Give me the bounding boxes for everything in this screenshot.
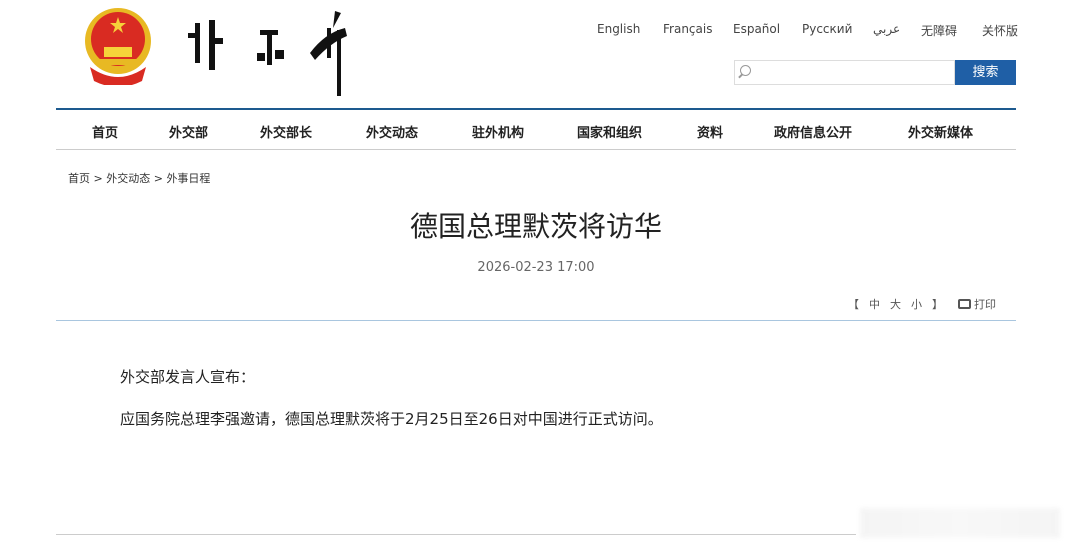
accessibility-link[interactable]: 无障碍 — [921, 22, 957, 39]
breadcrumb-home[interactable]: 首页 — [68, 172, 90, 185]
elder-care-version-link[interactable]: 关怀版 — [982, 22, 1018, 39]
breadcrumb: 首页 > 外交动态 > 外事日程 — [68, 172, 211, 185]
ministry-calligraphy-logo — [188, 11, 347, 96]
font-small-button[interactable]: 小 — [911, 298, 922, 311]
article-paragraph: 外交部发言人宣布： — [120, 368, 256, 386]
lang-english[interactable]: English — [597, 22, 640, 36]
content-divider — [56, 320, 1016, 321]
main-nav: 首页 外交部 外交部长 外交动态 驻外机构 国家和组织 资料 政府信息公开 外交… — [56, 110, 1016, 150]
bracket-close: 】 — [932, 298, 943, 311]
nav-minister[interactable]: 外交部长 — [260, 122, 312, 141]
printer-icon — [958, 299, 971, 309]
bracket-open: 【 — [848, 298, 859, 311]
breadcrumb-news[interactable]: 外交动态 — [106, 172, 150, 185]
font-medium-button[interactable]: 中 — [869, 298, 880, 311]
lang-spanish[interactable]: Español — [733, 22, 780, 36]
nav-ministry[interactable]: 外交部 — [169, 122, 208, 141]
breadcrumb-schedule[interactable]: 外事日程 — [166, 172, 210, 185]
print-label: 打印 — [974, 298, 996, 311]
print-button[interactable]: 打印 — [958, 296, 996, 312]
font-large-button[interactable]: 大 — [890, 298, 901, 311]
nav-gov-info[interactable]: 政府信息公开 — [774, 122, 852, 141]
nav-resources[interactable]: 资料 — [697, 122, 723, 141]
article-date: 2026-02-23 17:00 — [477, 260, 595, 275]
lang-french[interactable]: Français — [663, 22, 712, 36]
lang-arabic[interactable]: عربي — [873, 22, 900, 36]
nav-home[interactable]: 首页 — [92, 122, 118, 141]
nav-missions-abroad[interactable]: 驻外机构 — [472, 122, 524, 141]
article-paragraph: 应国务院总理李强邀请，德国总理默茨将于2月25日至26日对中国进行正式访问。 — [120, 410, 663, 428]
national-emblem-logo — [85, 8, 151, 85]
nav-new-media[interactable]: 外交新媒体 — [908, 122, 973, 141]
font-size-controls: 【中大小】 — [848, 296, 953, 312]
nav-countries-orgs[interactable]: 国家和组织 — [577, 122, 642, 141]
search-input[interactable] — [734, 60, 955, 85]
nav-diplomatic-news[interactable]: 外交动态 — [366, 122, 418, 141]
lang-russian[interactable]: Русский — [802, 22, 852, 36]
article-title: 德国总理默茨将访华 — [409, 210, 662, 243]
search-icon — [740, 65, 751, 76]
footer-divider — [56, 534, 856, 535]
watermark — [860, 508, 1060, 538]
search-button[interactable]: 搜索 — [955, 60, 1016, 85]
